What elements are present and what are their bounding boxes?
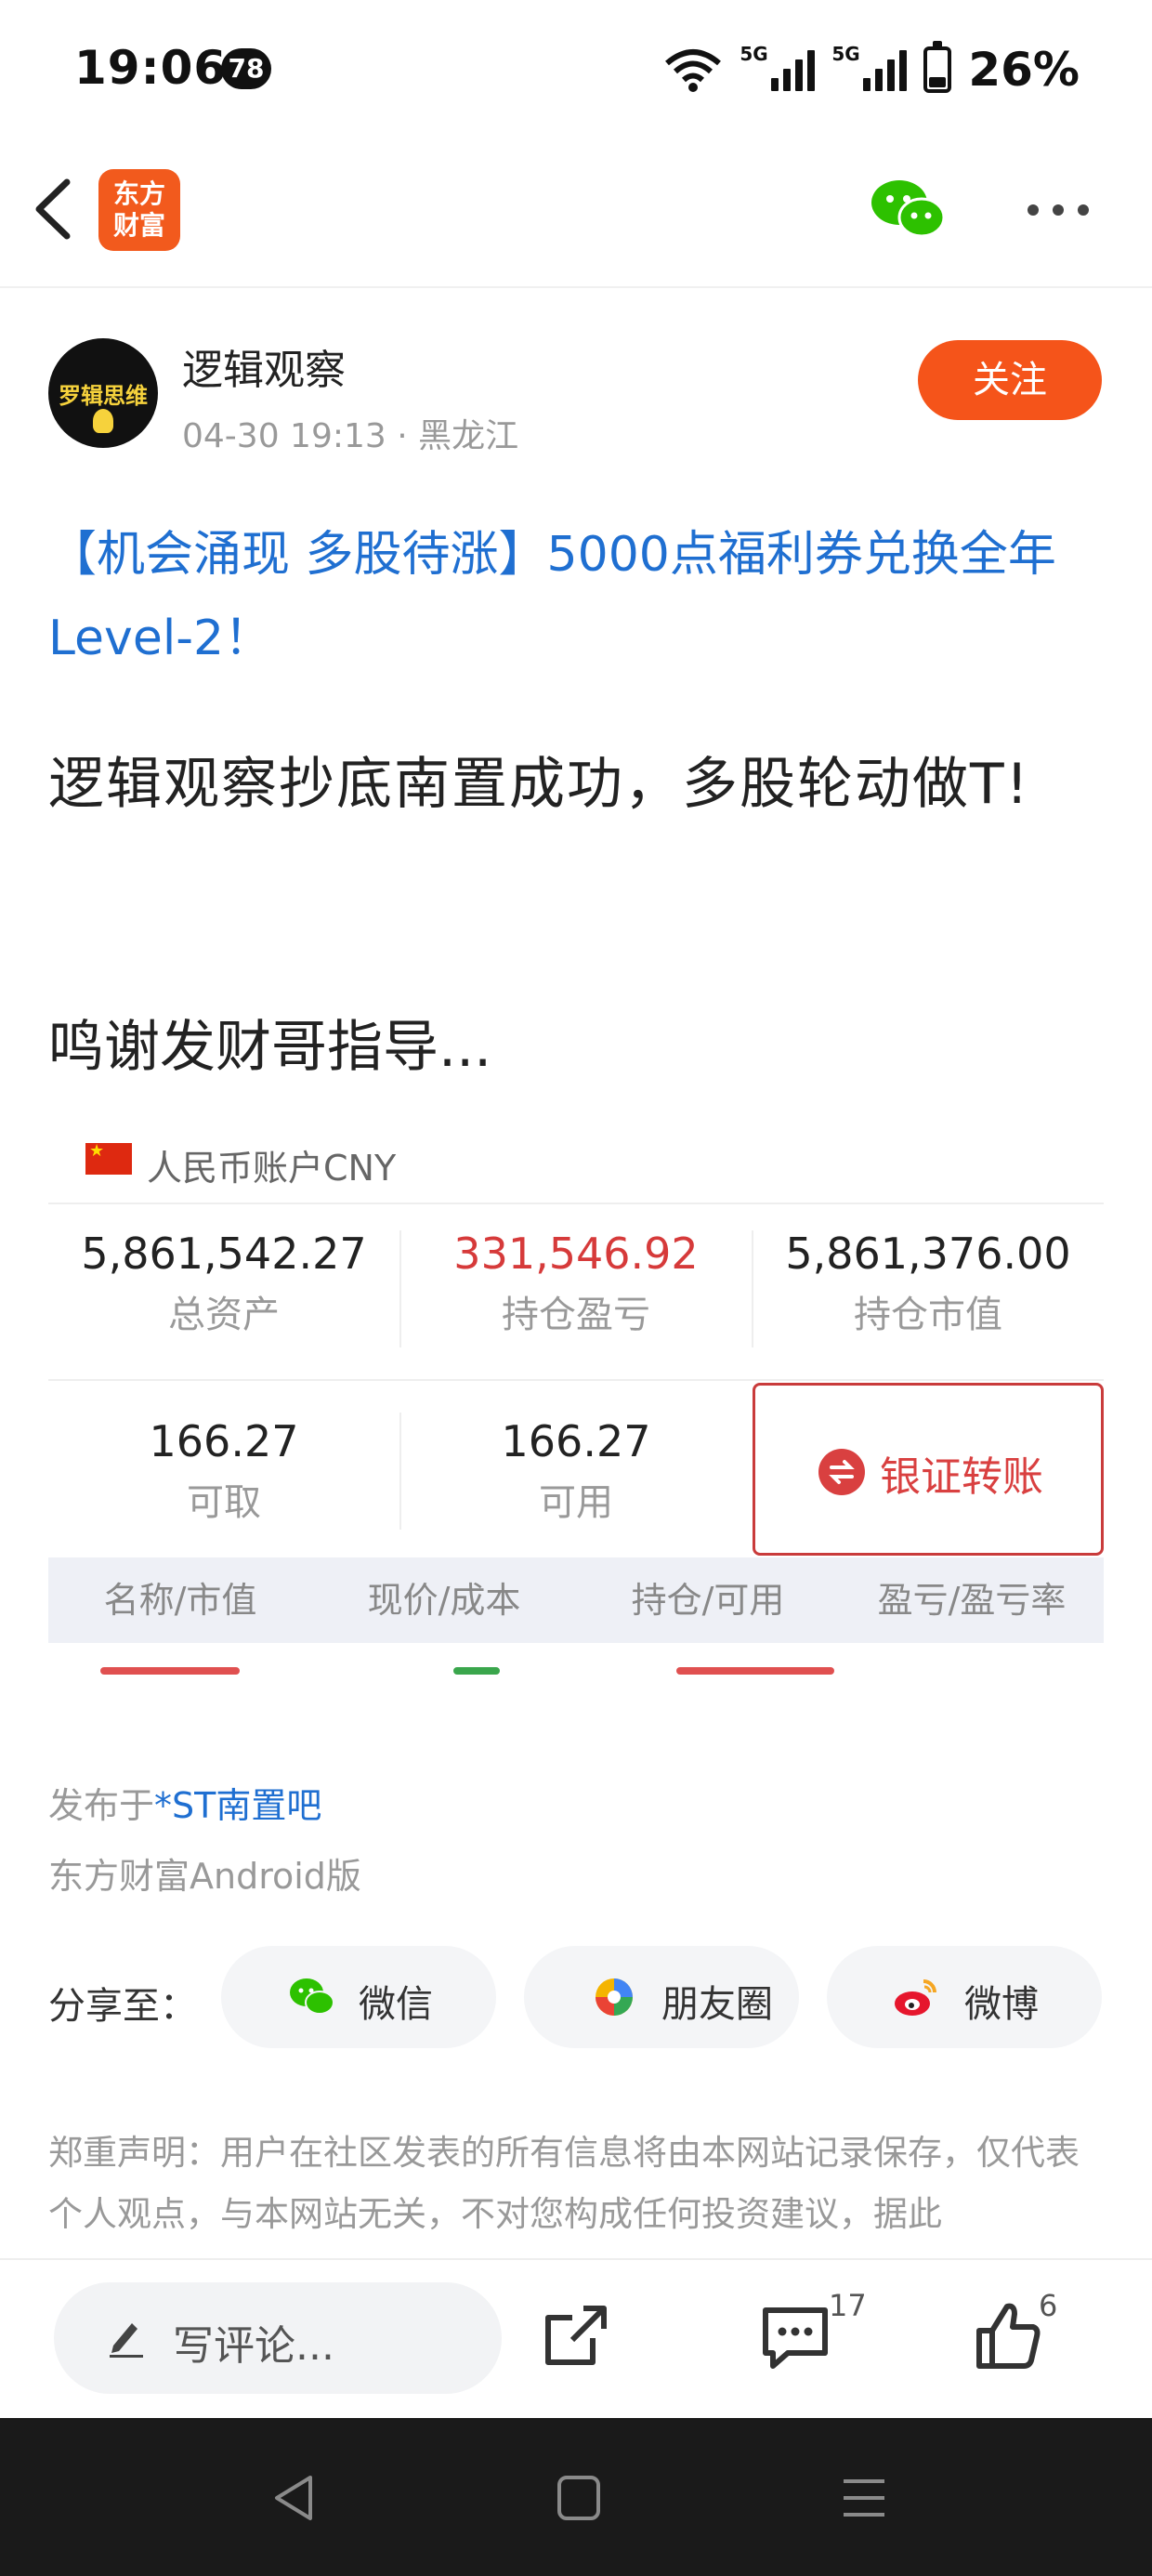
nav-recents-icon[interactable] xyxy=(840,2472,888,2524)
divider xyxy=(399,1413,401,1530)
share-label: 分享至： xyxy=(48,1985,197,2028)
published-in: 发布于*ST南置吧 xyxy=(48,1785,322,1826)
total-assets: 5,861,542.27 总资产 xyxy=(81,1229,367,1336)
nav-home-icon[interactable] xyxy=(556,2472,602,2524)
signal-icon-1: 5G xyxy=(740,43,816,91)
comment-count: 17 xyxy=(829,2288,867,2323)
follow-button[interactable]: 关注 xyxy=(918,340,1102,420)
position-pnl: 331,546.92 持仓盈亏 xyxy=(453,1229,699,1336)
wechat-icon xyxy=(290,1978,334,2015)
client-info: 东方财富Android版 xyxy=(48,1856,361,1897)
wechat-icon[interactable] xyxy=(870,177,946,242)
signal-icon-2: 5G xyxy=(831,43,908,91)
bar-link[interactable]: *ST南置吧 xyxy=(154,1785,321,1826)
disclaimer: 郑重声明：用户在社区发表的所有信息将由本网站记录保存，仅代表个人观点，与本网站无… xyxy=(48,2133,1080,2234)
transfer-button[interactable]: 银证转账 xyxy=(753,1383,1104,1556)
holdings-table-header: 名称/市值 现价/成本 持仓/可用 盈亏/盈亏率 xyxy=(48,1557,1104,1643)
post-image-account[interactable]: 人民币账户CNY 5,861,542.27 总资产 331,546.92 持仓盈… xyxy=(48,1115,1104,1682)
comment-input[interactable]: 写评论... xyxy=(54,2282,502,2394)
weibo-icon xyxy=(895,1979,936,2016)
avatar[interactable]: 罗辑思维 xyxy=(48,338,158,448)
col-price: 现价/成本 xyxy=(367,1580,521,1621)
post-meta: 04-30 19:13 · 黑龙江 xyxy=(182,417,519,455)
post-title[interactable]: 【机会涌现 多股待涨】5000点福利券兑换全年Level-2！ xyxy=(48,513,1107,680)
share-icon[interactable] xyxy=(537,2297,615,2375)
col-name: 名称/市值 xyxy=(103,1580,257,1621)
nav-back-icon[interactable] xyxy=(269,2472,318,2524)
divider xyxy=(752,1230,753,1347)
transfer-icon xyxy=(818,1449,865,1495)
like-count: 6 xyxy=(1039,2288,1058,2323)
status-icons: 5G 5G 26% xyxy=(663,37,1080,102)
status-time: 19:06 xyxy=(74,41,228,95)
like-icon[interactable] xyxy=(970,2297,1048,2375)
withdrawable: 166.27 可取 xyxy=(149,1416,299,1524)
status-bar: 19:06 78 5G 5G 26% xyxy=(0,0,1152,139)
divider xyxy=(399,1230,401,1347)
share-wechat-button[interactable]: 微信 xyxy=(221,1946,496,2048)
moments-icon xyxy=(596,1978,633,2016)
wifi-icon xyxy=(665,49,722,92)
share-moments-button[interactable]: 朋友圈 xyxy=(524,1946,799,2048)
back-icon[interactable] xyxy=(30,177,76,242)
post-body-2: 鸣谢发财哥指导... xyxy=(48,1015,492,1080)
notification-badge: 78 xyxy=(221,48,271,89)
available: 166.27 可用 xyxy=(501,1416,651,1524)
market-value: 5,861,376.00 持仓市值 xyxy=(785,1229,1071,1336)
account-currency: 人民币账户CNY xyxy=(147,1148,397,1189)
share-weibo-button[interactable]: 微博 xyxy=(827,1946,1102,2048)
comment-icon[interactable] xyxy=(756,2297,834,2375)
author-name[interactable]: 逻辑观察 xyxy=(182,336,346,396)
more-icon[interactable] xyxy=(1026,201,1091,219)
bulb-icon xyxy=(93,409,113,433)
bottom-comment-bar: 写评论... 17 6 xyxy=(0,2258,1152,2418)
account-header: 人民币账户CNY xyxy=(48,1115,1104,1204)
system-nav-bar xyxy=(0,2418,1152,2576)
divider xyxy=(48,1379,1104,1381)
battery-icon xyxy=(923,41,952,93)
flag-icon xyxy=(85,1141,132,1175)
col-pnl: 盈亏/盈亏率 xyxy=(877,1580,1067,1621)
post-body: 逻辑观察抄底南置成功，多股轮动做T! xyxy=(48,752,1030,817)
battery-percent: 26% xyxy=(968,43,1080,97)
app-logo[interactable]: 东方 财富 xyxy=(98,169,180,251)
pen-icon xyxy=(110,2323,143,2358)
cut-off-row xyxy=(82,1667,1067,1682)
col-position: 持仓/可用 xyxy=(631,1580,785,1621)
